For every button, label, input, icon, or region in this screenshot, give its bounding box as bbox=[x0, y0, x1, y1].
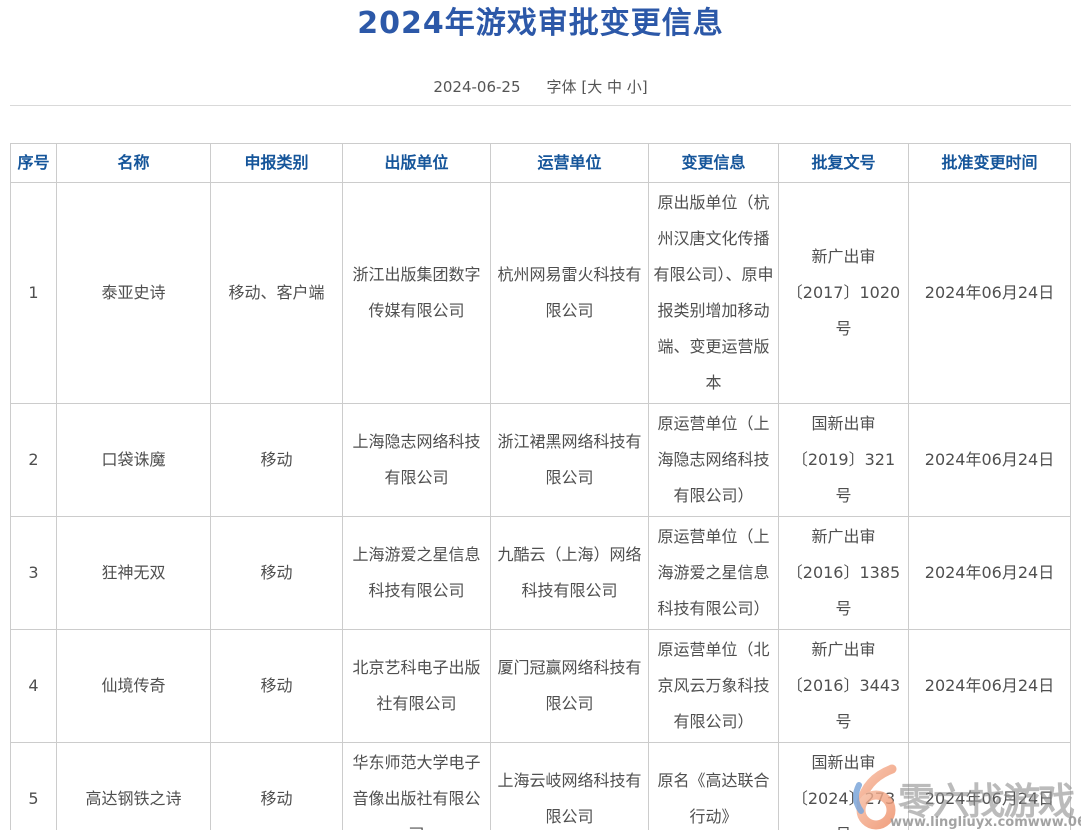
meta-line: 2024-06-25字体 [大 中 小] bbox=[0, 79, 1081, 96]
table-cell: 九酷云（上海）网络科技有限公司 bbox=[491, 517, 649, 630]
table-cell: 2024年06月24日 bbox=[909, 517, 1071, 630]
table-cell: 北京艺科电子出版社有限公司 bbox=[343, 630, 491, 743]
font-size-label: 字体 bbox=[547, 78, 577, 96]
table-cell: 狂神无双 bbox=[57, 517, 211, 630]
font-size-medium[interactable]: 中 bbox=[607, 78, 622, 96]
table-body: 1泰亚史诗移动、客户端浙江出版集团数字传媒有限公司杭州网易雷火科技有限公司原出版… bbox=[11, 183, 1071, 830]
table-cell: 华东师范大学电子音像出版社有限公司 bbox=[343, 743, 491, 830]
table-cell: 2024年06月24日 bbox=[909, 183, 1071, 404]
table-row: 1泰亚史诗移动、客户端浙江出版集团数字传媒有限公司杭州网易雷火科技有限公司原出版… bbox=[11, 183, 1071, 404]
table-cell: 厦门冠赢网络科技有限公司 bbox=[491, 630, 649, 743]
table-cell: 原运营单位（北京风云万象科技有限公司） bbox=[649, 630, 779, 743]
approval-change-table: 序号名称申报类别出版单位运营单位变更信息批复文号批准变更时间 1泰亚史诗移动、客… bbox=[10, 143, 1071, 830]
table-row: 3狂神无双移动上海游爱之星信息科技有限公司九酷云（上海）网络科技有限公司原运营单… bbox=[11, 517, 1071, 630]
table-cell: 原出版单位（杭州汉唐文化传播有限公司）、原申报类别增加移动端、变更运营版本 bbox=[649, 183, 779, 404]
table-cell: 上海隐志网络科技有限公司 bbox=[343, 404, 491, 517]
table-cell: 杭州网易雷火科技有限公司 bbox=[491, 183, 649, 404]
table-cell: 2 bbox=[11, 404, 57, 517]
page-title: 2024年游戏审批变更信息 bbox=[0, 5, 1081, 43]
column-header: 名称 bbox=[57, 144, 211, 183]
table-cell: 仙境传奇 bbox=[57, 630, 211, 743]
table-cell: 3 bbox=[11, 517, 57, 630]
table-cell: 5 bbox=[11, 743, 57, 830]
column-header: 运营单位 bbox=[491, 144, 649, 183]
table-cell: 4 bbox=[11, 630, 57, 743]
table-row: 2口袋诛魔移动上海隐志网络科技有限公司浙江裙黑网络科技有限公司原运营单位（上海隐… bbox=[11, 404, 1071, 517]
table-cell: 上海云岐网络科技有限公司 bbox=[491, 743, 649, 830]
table-cell: 口袋诛魔 bbox=[57, 404, 211, 517]
table-cell: 原运营单位（上海隐志网络科技有限公司） bbox=[649, 404, 779, 517]
table-cell: 原运营单位（上海游爱之星信息科技有限公司） bbox=[649, 517, 779, 630]
table-cell: 国新出审〔2019〕321号 bbox=[779, 404, 909, 517]
bracket-close: ] bbox=[642, 78, 648, 96]
table-cell: 移动 bbox=[211, 630, 343, 743]
table-cell: 国新出审〔2024〕273号 bbox=[779, 743, 909, 830]
table-cell: 高达钢铁之诗 bbox=[57, 743, 211, 830]
table-cell: 上海游爱之星信息科技有限公司 bbox=[343, 517, 491, 630]
column-header: 出版单位 bbox=[343, 144, 491, 183]
table-header-row: 序号名称申报类别出版单位运营单位变更信息批复文号批准变更时间 bbox=[11, 144, 1071, 183]
table-cell: 原名《高达联合行动》 bbox=[649, 743, 779, 830]
column-header: 序号 bbox=[11, 144, 57, 183]
table-cell: 移动、客户端 bbox=[211, 183, 343, 404]
column-header: 申报类别 bbox=[211, 144, 343, 183]
table-cell: 移动 bbox=[211, 743, 343, 830]
table-cell: 2024年06月24日 bbox=[909, 743, 1071, 830]
table-cell: 移动 bbox=[211, 517, 343, 630]
column-header: 变更信息 bbox=[649, 144, 779, 183]
table-cell: 新广出审〔2016〕3443号 bbox=[779, 630, 909, 743]
divider bbox=[10, 105, 1071, 106]
column-header: 批准变更时间 bbox=[909, 144, 1071, 183]
font-size-large[interactable]: 大 bbox=[587, 78, 602, 96]
table-row: 5高达钢铁之诗移动华东师范大学电子音像出版社有限公司上海云岐网络科技有限公司原名… bbox=[11, 743, 1071, 830]
table-cell: 1 bbox=[11, 183, 57, 404]
table-cell: 新广出审〔2017〕1020号 bbox=[779, 183, 909, 404]
table-cell: 泰亚史诗 bbox=[57, 183, 211, 404]
table-cell: 新广出审〔2016〕1385号 bbox=[779, 517, 909, 630]
table-cell: 2024年06月24日 bbox=[909, 630, 1071, 743]
table-cell: 浙江出版集团数字传媒有限公司 bbox=[343, 183, 491, 404]
table-cell: 浙江裙黑网络科技有限公司 bbox=[491, 404, 649, 517]
column-header: 批复文号 bbox=[779, 144, 909, 183]
table-row: 4仙境传奇移动北京艺科电子出版社有限公司厦门冠赢网络科技有限公司原运营单位（北京… bbox=[11, 630, 1071, 743]
table-cell: 2024年06月24日 bbox=[909, 404, 1071, 517]
font-size-small[interactable]: 小 bbox=[627, 78, 642, 96]
publish-date: 2024-06-25 bbox=[433, 78, 520, 96]
table-cell: 移动 bbox=[211, 404, 343, 517]
